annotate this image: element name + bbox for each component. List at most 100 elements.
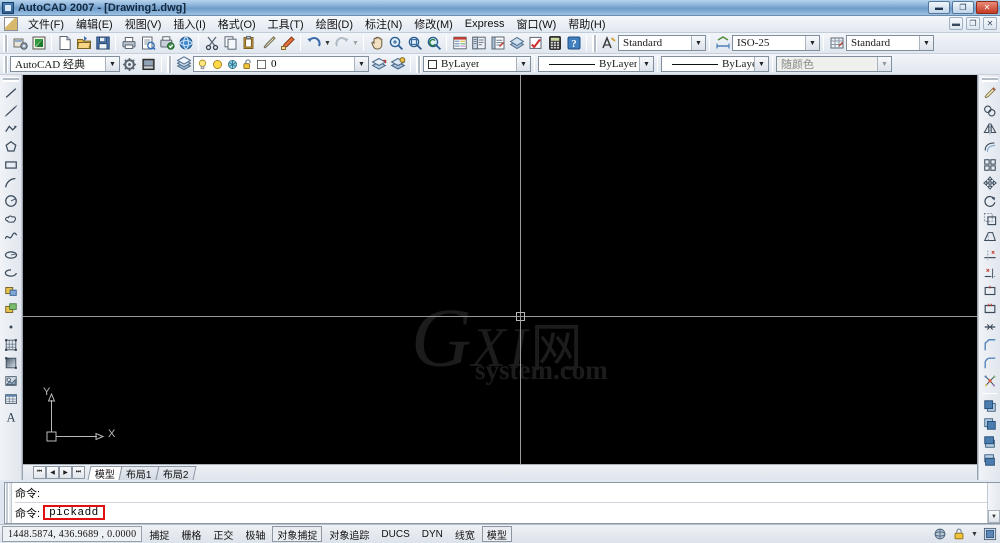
menu-express[interactable]: Express: [459, 17, 511, 31]
command-scrollbar[interactable]: ▼: [987, 483, 1000, 523]
array-icon[interactable]: [980, 156, 999, 174]
copy-object-icon[interactable]: [980, 102, 999, 120]
toolbar-grip-workspaces[interactable]: [3, 55, 8, 73]
chevron-down-icon[interactable]: ▼: [754, 57, 768, 71]
status-dyn[interactable]: DYN: [417, 526, 448, 542]
plot-preview-icon[interactable]: [138, 34, 157, 53]
workspace-switch-icon[interactable]: [10, 34, 29, 53]
status-lineweight[interactable]: 线宽: [450, 526, 480, 542]
sheetset-manager-icon[interactable]: [507, 34, 526, 53]
markup-icon[interactable]: [526, 34, 545, 53]
plot-icon[interactable]: [119, 34, 138, 53]
text-style-icon[interactable]: [599, 34, 618, 53]
color-combo[interactable]: ByLayer ▼: [423, 56, 531, 72]
make-block-icon[interactable]: [1, 300, 20, 318]
tab-layout1[interactable]: 布局1: [118, 465, 160, 481]
toolbar-grip-styles[interactable]: [592, 34, 597, 52]
extend-icon[interactable]: [980, 264, 999, 282]
menu-view[interactable]: 视图(V): [119, 15, 168, 33]
lineweight-combo[interactable]: ByLayer ▼: [661, 56, 769, 72]
hatch-icon[interactable]: [1, 336, 20, 354]
doc-minimize-button[interactable]: ▬: [949, 17, 963, 30]
undo-dropdown-caret[interactable]: ▼: [323, 34, 332, 53]
construction-line-icon[interactable]: [1, 102, 20, 120]
menu-help[interactable]: 帮助(H): [562, 15, 611, 33]
toolbar-grip-properties[interactable]: [416, 55, 421, 73]
menu-draw[interactable]: 绘图(D): [310, 15, 359, 33]
menu-edit[interactable]: 编辑(E): [70, 15, 119, 33]
workspace-settings-icon[interactable]: [120, 55, 139, 74]
close-button[interactable]: ✕: [976, 1, 998, 14]
status-model[interactable]: 模型: [481, 526, 512, 542]
status-grid[interactable]: 栅格: [176, 526, 206, 542]
region-icon[interactable]: [1, 372, 20, 390]
polygon-icon[interactable]: [1, 138, 20, 156]
gradient-icon[interactable]: [1, 354, 20, 372]
help-icon[interactable]: ?: [564, 34, 583, 53]
tab-prev-button[interactable]: ◀: [46, 466, 59, 479]
workspace-save-icon[interactable]: [139, 55, 158, 74]
publish-icon[interactable]: [157, 34, 176, 53]
tab-first-button[interactable]: ⏮: [33, 466, 46, 479]
circle-icon[interactable]: [1, 192, 20, 210]
status-polar[interactable]: 极轴: [240, 526, 270, 542]
line-icon[interactable]: [1, 84, 20, 102]
erase-icon[interactable]: [980, 84, 999, 102]
menu-dimension[interactable]: 标注(N): [359, 15, 408, 33]
chevron-down-icon[interactable]: ▼: [877, 57, 891, 71]
doc-close-button[interactable]: ✕: [983, 17, 997, 30]
insert-block-icon[interactable]: [1, 282, 20, 300]
mirror-icon[interactable]: [980, 120, 999, 138]
command-line-area[interactable]: 命令: 命令: pickadd ▼: [4, 482, 1000, 524]
rectangle-icon[interactable]: [1, 156, 20, 174]
draworder-below-icon[interactable]: [980, 451, 999, 469]
polyline-icon[interactable]: [1, 120, 20, 138]
coordinate-display[interactable]: 1448.5874, 436.9689 , 0.0000: [2, 526, 143, 542]
clean-screen-icon[interactable]: [982, 526, 998, 542]
move-icon[interactable]: [980, 174, 999, 192]
chamfer-icon[interactable]: [980, 336, 999, 354]
command-line-grip[interactable]: [5, 483, 12, 523]
multiline-text-icon[interactable]: A: [1, 408, 20, 426]
chevron-down-icon[interactable]: ▼: [354, 57, 368, 71]
rotate-icon[interactable]: [980, 192, 999, 210]
menu-modify[interactable]: 修改(M): [408, 15, 459, 33]
menu-format[interactable]: 格式(O): [212, 15, 262, 33]
redo-icon[interactable]: [332, 34, 351, 53]
draworder-above-icon[interactable]: [980, 433, 999, 451]
table-icon[interactable]: [1, 390, 20, 408]
matchprop-icon[interactable]: [259, 34, 278, 53]
save-icon[interactable]: [93, 34, 112, 53]
command-input-highlight[interactable]: pickadd: [43, 505, 105, 520]
minimize-button[interactable]: ▬: [928, 1, 950, 14]
point-icon[interactable]: [1, 318, 20, 336]
open-icon[interactable]: [74, 34, 93, 53]
status-ortho[interactable]: 正交: [208, 526, 238, 542]
scroll-down-button[interactable]: ▼: [988, 510, 1000, 523]
copy-icon[interactable]: [221, 34, 240, 53]
designcenter-icon[interactable]: [469, 34, 488, 53]
new-icon[interactable]: [55, 34, 74, 53]
drawing-canvas[interactable]: GXI网 system.com Y X: [23, 75, 977, 464]
toolbar-grip-layers[interactable]: [167, 55, 172, 73]
dim-style-combo[interactable]: ISO-25 ▼: [732, 35, 820, 51]
trim-icon[interactable]: [980, 246, 999, 264]
toolbar-grip[interactable]: [3, 34, 8, 52]
workspace-combo[interactable]: AutoCAD 经典 ▼: [10, 56, 120, 72]
toolpalettes-icon[interactable]: [488, 34, 507, 53]
menu-window[interactable]: 窗口(W): [511, 15, 563, 33]
tab-layout2[interactable]: 布局2: [155, 465, 196, 481]
spline-icon[interactable]: [1, 228, 20, 246]
menu-file[interactable]: 文件(F): [22, 15, 70, 33]
status-ducs[interactable]: DUCS: [376, 526, 414, 542]
fillet-icon[interactable]: [980, 354, 999, 372]
redo-dropdown-caret[interactable]: ▼: [351, 34, 360, 53]
scale-icon[interactable]: [980, 210, 999, 228]
status-otrack[interactable]: 对象追踪: [324, 526, 374, 542]
break-at-point-icon[interactable]: [980, 282, 999, 300]
table-style-icon[interactable]: [827, 34, 846, 53]
zoom-previous-icon[interactable]: [424, 34, 443, 53]
draworder-front-icon[interactable]: [980, 397, 999, 415]
table-style-combo[interactable]: Standard ▼: [846, 35, 934, 51]
revcloud-icon[interactable]: [1, 210, 20, 228]
